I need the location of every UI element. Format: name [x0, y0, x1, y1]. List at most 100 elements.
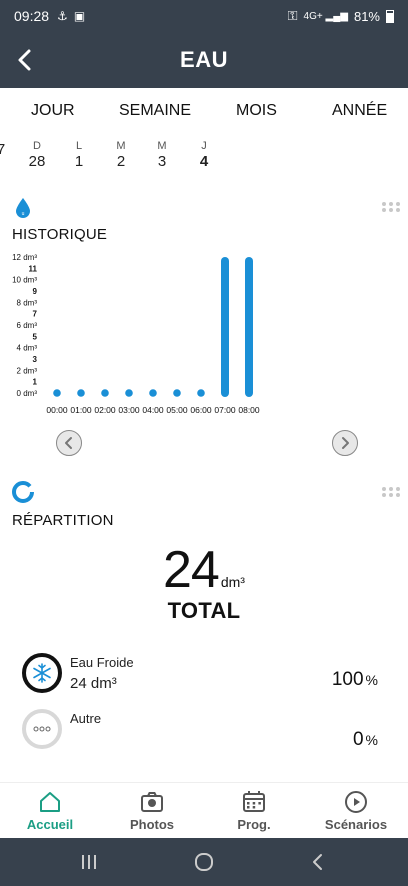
item-value: 24 dm³: [70, 675, 117, 692]
back-nav-icon[interactable]: [306, 850, 330, 874]
day-item[interactable]: D 28: [22, 140, 52, 170]
chart-point[interactable]: [53, 389, 61, 397]
tab-mois[interactable]: MOIS: [236, 102, 277, 120]
day-item-selected[interactable]: J 4: [189, 140, 219, 170]
day-letter: L: [75, 140, 83, 152]
recent-apps-icon[interactable]: [77, 850, 101, 874]
y-tick-label: 0 dm³: [17, 389, 38, 398]
x-tick-label: 05:00: [166, 405, 188, 415]
chevron-right-icon: [342, 437, 349, 449]
chart-bar[interactable]: [245, 257, 253, 397]
chart-point[interactable]: [101, 389, 109, 397]
chart-point[interactable]: [77, 389, 85, 397]
percent-unit: %: [365, 732, 378, 748]
system-nav-bar: [0, 838, 408, 886]
play-circle-icon: [316, 789, 396, 815]
notification-icon: ⚓: [57, 9, 68, 23]
nav-photos[interactable]: Photos: [112, 789, 192, 832]
chart-bar[interactable]: [221, 257, 229, 397]
item-percent: 0%: [353, 729, 378, 751]
day-letter: M: [157, 140, 167, 152]
chart-point[interactable]: [197, 389, 205, 397]
y-tick-label: 2 dm³: [17, 366, 38, 375]
percent-number: 100: [331, 669, 364, 690]
repartition-item-eau-froide[interactable]: Eau Froide 24 dm³ 100%: [22, 653, 392, 697]
y-tick-label: 3: [33, 355, 38, 364]
battery-percent: 81%: [353, 8, 380, 24]
day-number: 28: [28, 153, 46, 170]
back-button[interactable]: [10, 44, 42, 76]
day-item[interactable]: M 3: [147, 140, 177, 170]
day-item[interactable]: L 1: [64, 140, 94, 170]
water-drop-icon: u: [13, 196, 33, 225]
prev-period-button[interactable]: [56, 430, 82, 456]
day-item[interactable]: 7: [0, 140, 16, 158]
chevron-left-icon: [18, 49, 31, 71]
repartition-item-autre[interactable]: Autre 0%: [22, 709, 392, 753]
y-tick-label: 11: [29, 264, 38, 273]
day-letter: D: [33, 140, 41, 152]
x-tick-label: 06:00: [190, 405, 212, 415]
tab-jour[interactable]: JOUR: [31, 102, 75, 120]
drag-handle-icon[interactable]: [382, 202, 400, 212]
gallery-icon: ▣: [73, 9, 86, 23]
day-letter: J: [201, 140, 207, 152]
percent-number: 0: [352, 729, 364, 750]
chart-svg: 12 dm³1110 dm³98 dm³76 dm³54 dm³32 dm³10…: [12, 253, 260, 415]
bottom-nav: Accueil Photos Prog. Scénarios: [0, 782, 408, 838]
y-tick-label: 9: [33, 287, 38, 296]
repartition-title: RÉPARTITION: [12, 512, 114, 529]
y-tick-label: 6 dm³: [17, 321, 38, 330]
tab-annee[interactable]: ANNÉE: [332, 102, 387, 120]
battery-icon: [386, 9, 394, 23]
nav-label: Accueil: [26, 817, 74, 832]
donut-chart-icon: [11, 480, 35, 509]
chart-point[interactable]: [125, 389, 133, 397]
x-tick-label: 00:00: [46, 405, 68, 415]
x-tick-label: 02:00: [94, 405, 116, 415]
network-label: 4G+: [303, 10, 323, 22]
day-number: 4: [199, 153, 209, 170]
item-percent: 100%: [332, 669, 378, 691]
x-tick-label: 03:00: [118, 405, 140, 415]
day-selector: 7 D 28 L 1 M 2 M 3 J 4: [0, 140, 408, 176]
day-number: 2: [116, 153, 126, 170]
period-tabs: JOUR SEMAINE MOIS ANNÉE: [0, 96, 408, 128]
day-item[interactable]: M 2: [106, 140, 136, 170]
tab-semaine[interactable]: SEMAINE: [119, 102, 191, 120]
calendar-icon: [214, 789, 294, 815]
x-tick-label: 01:00: [70, 405, 92, 415]
y-tick-label: 8 dm³: [17, 298, 38, 307]
nav-prog[interactable]: Prog.: [214, 789, 294, 832]
x-tick-label: 08:00: [238, 405, 260, 415]
total-block: 24 dm³: [0, 540, 408, 600]
status-bar: 09:28 ⚓ ▣ ⚿ 4G+ ▂▄▆ 81%: [0, 0, 408, 32]
home-icon: [10, 789, 90, 815]
page-title: EAU: [180, 47, 228, 72]
snowflake-icon: [22, 653, 62, 693]
nav-scenarios[interactable]: Scénarios: [316, 789, 396, 832]
day-number: 1: [74, 153, 84, 170]
day-number: 3: [157, 153, 167, 170]
signal-icon: 4G+ ▂▄▆: [303, 10, 348, 22]
chart-point[interactable]: [173, 389, 181, 397]
total-label: TOTAL: [167, 598, 241, 623]
drag-handle-icon[interactable]: [382, 487, 400, 497]
chevron-left-icon: [65, 437, 72, 449]
y-tick-label: 1: [33, 378, 38, 387]
historique-title: HISTORIQUE: [12, 226, 108, 243]
day-number: 7: [0, 141, 6, 158]
y-tick-label: 7: [33, 310, 38, 319]
more-dots-icon: [22, 709, 62, 749]
nav-accueil[interactable]: Accueil: [10, 789, 90, 832]
x-tick-label: 04:00: [142, 405, 164, 415]
y-tick-label: 10 dm³: [12, 276, 37, 285]
chart-point[interactable]: [149, 389, 157, 397]
next-period-button[interactable]: [332, 430, 358, 456]
home-button-icon[interactable]: [192, 850, 216, 874]
nav-label: Prog.: [237, 817, 271, 832]
total-value: 24: [163, 541, 220, 599]
historique-chart: 12 dm³ 11 10 dm³ 9 8 dm³ 7 6 dm³ 5 4 dm³ 3 2 dm³ 1 0…: [0, 250, 408, 420]
y-tick-label: 12 dm³: [12, 253, 37, 262]
percent-unit: %: [365, 672, 378, 688]
